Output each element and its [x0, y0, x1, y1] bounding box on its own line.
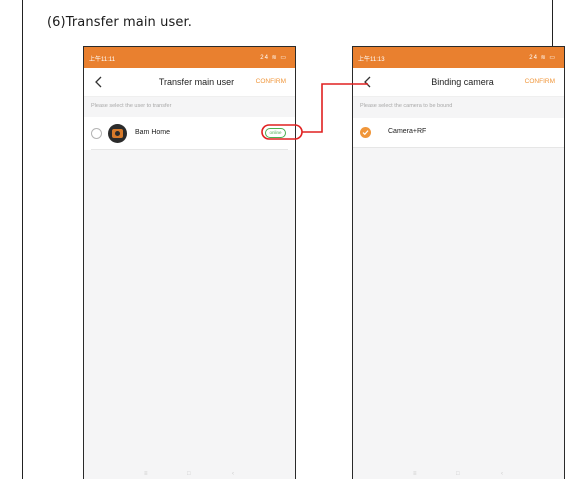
nav-bar: Binding camera CONFIRM: [353, 68, 564, 97]
status-time: 上午11:13: [358, 57, 385, 63]
back-nav-icon[interactable]: ‹: [232, 471, 234, 477]
hint-text: Please select the camera to be bound: [360, 103, 453, 109]
phone-transfer-main-user: 上午11:11 24 ≋ ▭ Transfer main user CONFIR…: [83, 46, 296, 479]
nav-bar: Transfer main user CONFIRM: [84, 68, 295, 97]
status-time: 上午11:11: [89, 57, 116, 63]
avatar: [108, 124, 127, 143]
menu-icon[interactable]: ≡: [413, 471, 417, 477]
user-name: Bam Home: [135, 129, 171, 136]
home-icon[interactable]: □: [187, 471, 191, 477]
online-badge: online: [265, 128, 286, 138]
confirm-button[interactable]: CONFIRM: [256, 78, 286, 85]
camera-row[interactable]: Camera+RF: [353, 118, 564, 148]
home-icon[interactable]: □: [456, 471, 460, 477]
camera-name: Camera+RF: [388, 128, 427, 135]
hint-text: Please select the user to transfer: [91, 103, 172, 109]
user-row[interactable]: Bam Home online: [84, 117, 295, 150]
status-bar: 上午11:13 24 ≋ ▭: [353, 47, 564, 68]
system-nav-bar: ≡ □ ‹: [353, 469, 564, 479]
radio-button[interactable]: [91, 128, 102, 139]
back-nav-icon[interactable]: ‹: [501, 471, 503, 477]
step-caption: (6)Transfer main user.: [47, 15, 192, 30]
system-nav-bar: ≡ □ ‹: [84, 469, 295, 479]
status-icons: 24 ≋ ▭: [529, 55, 556, 61]
status-bar: 上午11:11 24 ≋ ▭: [84, 47, 295, 68]
checkmark-icon[interactable]: [360, 127, 371, 138]
confirm-button[interactable]: CONFIRM: [525, 78, 555, 85]
status-icons: 24 ≋ ▭: [260, 55, 287, 61]
phone-binding-camera: 上午11:13 24 ≋ ▭ Binding camera CONFIRM Pl…: [352, 46, 565, 479]
page-border-left: [22, 0, 23, 479]
menu-icon[interactable]: ≡: [144, 471, 148, 477]
